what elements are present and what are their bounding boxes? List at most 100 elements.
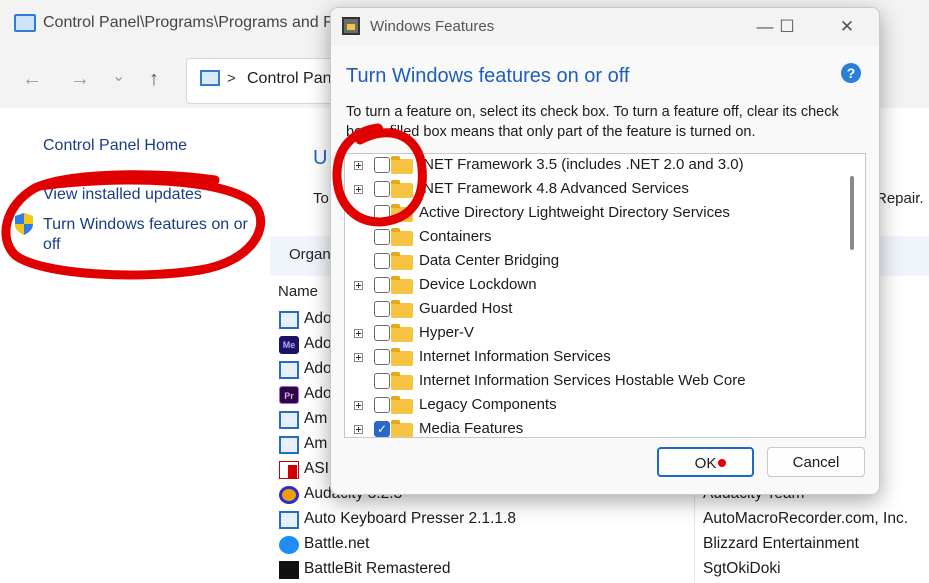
folder-icon: [391, 324, 413, 342]
left-pane: [0, 108, 270, 582]
control-panel-location-icon: [200, 70, 220, 86]
breadcrumb-control-panel[interactable]: Control Pane: [247, 70, 340, 88]
expand-plus-icon[interactable]: [354, 281, 363, 290]
feature-label: Hyper-V: [419, 324, 475, 341]
maximize-icon[interactable]: ☐: [765, 14, 809, 40]
feature-checkbox[interactable]: [374, 157, 390, 173]
control-panel-home-link[interactable]: Control Panel Home: [43, 137, 187, 155]
folder-icon: [391, 228, 413, 246]
feature-row[interactable]: Device Lockdown: [345, 274, 835, 298]
audacity-icon: [279, 486, 299, 504]
expand-plus-icon[interactable]: [354, 401, 363, 410]
name-column-header[interactable]: Name: [278, 283, 318, 300]
folder-icon: [391, 300, 413, 318]
forward-arrow-icon[interactable]: →: [70, 68, 90, 91]
program-row[interactable]: Battle.net Blizzard Entertainment: [278, 533, 929, 558]
expand-plus-icon[interactable]: [354, 425, 363, 434]
feature-row[interactable]: .NET Framework 3.5 (includes .NET 2.0 an…: [345, 154, 835, 178]
recent-locations-chevron-icon[interactable]: ⌄: [112, 66, 125, 86]
organize-menu-button[interactable]: Organ: [289, 246, 331, 263]
feature-label: Guarded Host: [419, 300, 513, 317]
feature-label: Legacy Components: [419, 396, 557, 413]
dialog-title: Windows Features: [370, 18, 495, 35]
folder-icon: [391, 180, 413, 198]
feature-checkbox[interactable]: [374, 205, 390, 221]
feature-checkbox[interactable]: [374, 301, 390, 317]
feature-label: Data Center Bridging: [419, 252, 560, 269]
feature-checkbox[interactable]: [374, 181, 390, 197]
feature-label: Internet Information Services: [419, 348, 611, 365]
feature-checkbox[interactable]: [374, 373, 390, 389]
program-publisher: AutoMacroRecorder.com, Inc.: [703, 510, 909, 527]
installer-icon: [279, 436, 299, 454]
installer-icon: [279, 411, 299, 429]
installer-icon: [279, 511, 299, 529]
feature-row[interactable]: .NET Framework 4.8 Advanced Services: [345, 178, 835, 202]
turn-windows-features-link[interactable]: Turn Windows features on or off: [43, 215, 253, 255]
feature-checkbox[interactable]: [374, 253, 390, 269]
features-tree[interactable]: .NET Framework 3.5 (includes .NET 2.0 an…: [344, 153, 866, 438]
windows-features-app-icon: [342, 17, 360, 35]
program-name: Ado: [304, 360, 332, 377]
folder-icon: [391, 156, 413, 174]
feature-label: Containers: [419, 228, 492, 245]
back-arrow-icon[interactable]: ←: [22, 68, 42, 91]
folder-icon: [391, 396, 413, 414]
ok-button[interactable]: OK: [657, 447, 754, 477]
folder-icon: [391, 372, 413, 390]
program-name: Battle.net: [304, 535, 370, 552]
programs-instruction-text-end: Repair.: [876, 190, 924, 207]
feature-checkbox[interactable]: ✓: [374, 421, 390, 437]
feature-row[interactable]: Hyper-V: [345, 322, 835, 346]
program-name: Am: [304, 410, 328, 427]
program-name: Ado: [304, 335, 332, 352]
expand-plus-icon[interactable]: [354, 353, 363, 362]
program-name: ASI: [304, 460, 329, 477]
program-name: Ado: [304, 310, 332, 327]
folder-icon: [391, 276, 413, 294]
feature-row[interactable]: Data Center Bridging: [345, 250, 835, 274]
feature-checkbox[interactable]: [374, 277, 390, 293]
program-name: Ado: [304, 385, 332, 402]
program-publisher: SgtOkiDoki: [703, 560, 781, 577]
feature-label: Device Lockdown: [419, 276, 537, 293]
feature-checkbox[interactable]: [374, 325, 390, 341]
feature-label: Media Features: [419, 420, 524, 437]
folder-icon: [391, 348, 413, 366]
program-name: Am: [304, 435, 328, 452]
feature-checkbox[interactable]: [374, 397, 390, 413]
feature-checkbox[interactable]: [374, 349, 390, 365]
up-arrow-icon[interactable]: ↑: [149, 68, 159, 91]
installer-icon: [279, 361, 299, 379]
feature-label: Active Directory Lightweight Directory S…: [419, 204, 730, 221]
installer-icon: [279, 311, 299, 329]
windows-features-dialog: Windows Features — ☐ ✕ Turn Windows feat…: [330, 7, 880, 495]
breadcrumb-chevron-icon[interactable]: >: [227, 70, 236, 87]
program-name: Auto Keyboard Presser 2.1.1.8: [304, 510, 516, 527]
program-row[interactable]: Auto Keyboard Presser 2.1.1.8 AutoMacroRe…: [278, 508, 929, 533]
feature-row[interactable]: Internet Information Services: [345, 346, 835, 370]
cancel-button[interactable]: Cancel: [767, 447, 865, 477]
feature-row[interactable]: Containers: [345, 226, 835, 250]
help-icon[interactable]: ?: [841, 63, 861, 83]
program-row[interactable]: BattleBit Remastered SgtOkiDoki: [278, 558, 929, 583]
view-installed-updates-link[interactable]: View installed updates: [43, 186, 202, 204]
dialog-description: To turn a feature on, select its check b…: [346, 104, 839, 140]
program-name: BattleBit Remastered: [304, 560, 451, 577]
feature-label: .NET Framework 4.8 Advanced Services: [419, 180, 689, 197]
expand-plus-icon[interactable]: [354, 329, 363, 338]
expand-plus-icon[interactable]: [354, 185, 363, 194]
battlebit-icon: [279, 561, 299, 579]
tree-scrollbar-thumb[interactable]: [850, 176, 854, 250]
feature-label: Internet Information Services Hostable W…: [419, 372, 746, 389]
feature-row[interactable]: Active Directory Lightweight Directory S…: [345, 202, 835, 226]
feature-row[interactable]: Legacy Components: [345, 394, 835, 418]
media-encoder-icon: Me: [279, 336, 299, 354]
feature-row[interactable]: Guarded Host: [345, 298, 835, 322]
close-icon[interactable]: ✕: [825, 14, 869, 40]
feature-row[interactable]: ✓ Media Features: [345, 418, 835, 437]
expand-plus-icon[interactable]: [354, 161, 363, 170]
feature-row[interactable]: Internet Information Services Hostable W…: [345, 370, 835, 394]
program-publisher: Blizzard Entertainment: [703, 535, 859, 552]
feature-checkbox[interactable]: [374, 229, 390, 245]
